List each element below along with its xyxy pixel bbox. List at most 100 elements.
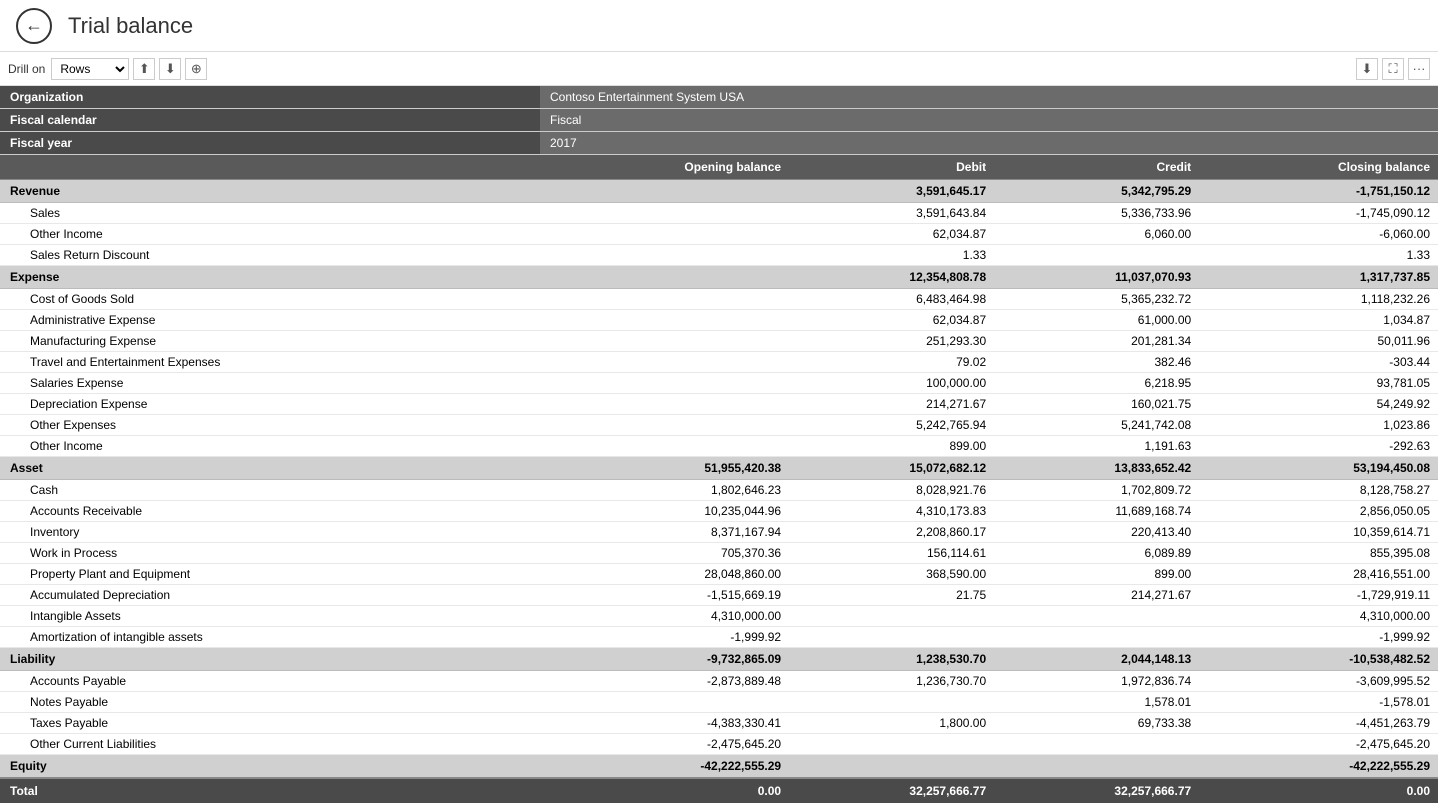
detail-cell-3-2-4: -4,451,263.79: [1199, 713, 1438, 734]
detail-cell-0-2-4: 1.33: [1199, 245, 1438, 266]
detail-cell-1-1-2: 62,034.87: [789, 310, 994, 331]
table-row: Cost of Goods Sold6,483,464.985,365,232.…: [0, 289, 1438, 310]
detail-cell-2-3-0: Work in Process: [0, 543, 540, 564]
detail-cell-0-1-3: 6,060.00: [994, 224, 1199, 245]
total-cell-1: 0.00: [540, 778, 789, 803]
detail-cell-3-1-3: 1,578.01: [994, 692, 1199, 713]
detail-cell-3-2-1: -4,383,330.41: [540, 713, 789, 734]
detail-cell-0-1-4: -6,060.00: [1199, 224, 1438, 245]
table-row: Notes Payable1,578.01-1,578.01: [0, 692, 1438, 713]
detail-cell-2-0-0: Cash: [0, 480, 540, 501]
detail-cell-1-3-4: -303.44: [1199, 352, 1438, 373]
detail-cell-2-4-0: Property Plant and Equipment: [0, 564, 540, 585]
detail-cell-2-6-0: Intangible Assets: [0, 606, 540, 627]
expand-button[interactable]: ⊕: [185, 58, 207, 80]
detail-cell-2-1-3: 11,689,168.74: [994, 501, 1199, 522]
fullscreen-button[interactable]: ⛶: [1382, 58, 1404, 80]
back-button[interactable]: ←: [16, 8, 52, 44]
detail-cell-2-4-1: 28,048,860.00: [540, 564, 789, 585]
top-header: ← Trial balance: [0, 0, 1438, 52]
fullscreen-icon: ⛶: [1388, 61, 1397, 77]
detail-cell-3-1-2: [789, 692, 994, 713]
download-button[interactable]: ⬇: [1356, 58, 1378, 80]
detail-cell-3-0-1: -2,873,889.48: [540, 671, 789, 692]
col-credit: Credit: [994, 155, 1199, 180]
table-row: Other Current Liabilities-2,475,645.20-2…: [0, 734, 1438, 755]
detail-cell-2-1-1: 10,235,044.96: [540, 501, 789, 522]
detail-cell-0-0-4: -1,745,090.12: [1199, 203, 1438, 224]
back-icon: ←: [25, 15, 43, 36]
detail-cell-0-2-1: [540, 245, 789, 266]
detail-cell-0-2-3: [994, 245, 1199, 266]
cat-cell-2-1: 51,955,420.38: [540, 457, 789, 480]
cat-cell-0-3: 5,342,795.29: [994, 180, 1199, 203]
detail-cell-1-4-1: [540, 373, 789, 394]
detail-cell-2-2-1: 8,371,167.94: [540, 522, 789, 543]
cat-cell-0-2: 3,591,645.17: [789, 180, 994, 203]
more-button[interactable]: ···: [1408, 58, 1430, 80]
col-name: [0, 155, 540, 180]
detail-cell-3-3-1: -2,475,645.20: [540, 734, 789, 755]
table-row: Work in Process705,370.36156,114.616,089…: [0, 543, 1438, 564]
cat-cell-4-1: -42,222,555.29: [540, 755, 789, 779]
table-row: Accounts Receivable10,235,044.964,310,17…: [0, 501, 1438, 522]
detail-cell-0-2-0: Sales Return Discount: [0, 245, 540, 266]
detail-cell-2-0-1: 1,802,646.23: [540, 480, 789, 501]
detail-cell-1-0-3: 5,365,232.72: [994, 289, 1199, 310]
table-row: Accumulated Depreciation-1,515,669.1921.…: [0, 585, 1438, 606]
info-row-calendar: Fiscal calendar Fiscal: [0, 109, 1438, 132]
drill-select[interactable]: Rows Columns: [51, 58, 129, 80]
table-row: Administrative Expense62,034.8761,000.00…: [0, 310, 1438, 331]
detail-cell-3-0-2: 1,236,730.70: [789, 671, 994, 692]
detail-cell-2-4-3: 899.00: [994, 564, 1199, 585]
detail-cell-1-7-3: 1,191.63: [994, 436, 1199, 457]
cat-cell-2-4: 53,194,450.08: [1199, 457, 1438, 480]
calendar-value: Fiscal: [540, 109, 1438, 132]
drill-up-button[interactable]: ⬆: [133, 58, 155, 80]
detail-cell-1-3-0: Travel and Entertainment Expenses: [0, 352, 540, 373]
detail-cell-3-3-4: -2,475,645.20: [1199, 734, 1438, 755]
cat-cell-0-0: Revenue: [0, 180, 540, 203]
detail-cell-1-4-4: 93,781.05: [1199, 373, 1438, 394]
detail-cell-2-4-4: 28,416,551.00: [1199, 564, 1438, 585]
detail-cell-0-1-0: Other Income: [0, 224, 540, 245]
detail-cell-0-2-2: 1.33: [789, 245, 994, 266]
cat-cell-3-4: -10,538,482.52: [1199, 648, 1438, 671]
drill-down-button[interactable]: ⬇: [159, 58, 181, 80]
calendar-label: Fiscal calendar: [0, 109, 540, 132]
table-row: Travel and Entertainment Expenses79.0238…: [0, 352, 1438, 373]
detail-cell-1-6-2: 5,242,765.94: [789, 415, 994, 436]
total-row: Total0.0032,257,666.7732,257,666.770.00: [0, 778, 1438, 803]
cat-cell-3-2: 1,238,530.70: [789, 648, 994, 671]
detail-cell-1-1-4: 1,034.87: [1199, 310, 1438, 331]
detail-cell-1-7-0: Other Income: [0, 436, 540, 457]
detail-cell-1-6-3: 5,241,742.08: [994, 415, 1199, 436]
table-row: Other Income 62,034.876,060.00-6,060.00: [0, 224, 1438, 245]
detail-cell-2-1-4: 2,856,050.05: [1199, 501, 1438, 522]
table-row: Intangible Assets4,310,000.004,310,000.0…: [0, 606, 1438, 627]
download-icon: ⬇: [1362, 61, 1373, 77]
detail-cell-1-4-2: 100,000.00: [789, 373, 994, 394]
detail-cell-0-0-1: [540, 203, 789, 224]
table-row: Other Income899.001,191.63-292.63: [0, 436, 1438, 457]
detail-cell-0-1-2: 62,034.87: [789, 224, 994, 245]
detail-cell-3-0-3: 1,972,836.74: [994, 671, 1199, 692]
column-header-row: Opening balance Debit Credit Closing bal…: [0, 155, 1438, 180]
detail-cell-1-4-3: 6,218.95: [994, 373, 1199, 394]
detail-cell-1-2-0: Manufacturing Expense: [0, 331, 540, 352]
cat-cell-0-4: -1,751,150.12: [1199, 180, 1438, 203]
detail-cell-2-6-3: [994, 606, 1199, 627]
detail-cell-2-2-4: 10,359,614.71: [1199, 522, 1438, 543]
detail-cell-1-3-3: 382.46: [994, 352, 1199, 373]
detail-cell-0-0-0: Sales: [0, 203, 540, 224]
table-row: Cash1,802,646.238,028,921.761,702,809.72…: [0, 480, 1438, 501]
cat-cell-4-4: -42,222,555.29: [1199, 755, 1438, 779]
detail-cell-2-6-1: 4,310,000.00: [540, 606, 789, 627]
col-opening: Opening balance: [540, 155, 789, 180]
detail-cell-3-2-2: 1,800.00: [789, 713, 994, 734]
detail-cell-1-1-0: Administrative Expense: [0, 310, 540, 331]
total-cell-0: Total: [0, 778, 540, 803]
toolbar-right: ⬇ ⛶ ···: [1356, 58, 1430, 80]
detail-cell-2-3-4: 855,395.08: [1199, 543, 1438, 564]
detail-cell-2-1-0: Accounts Receivable: [0, 501, 540, 522]
